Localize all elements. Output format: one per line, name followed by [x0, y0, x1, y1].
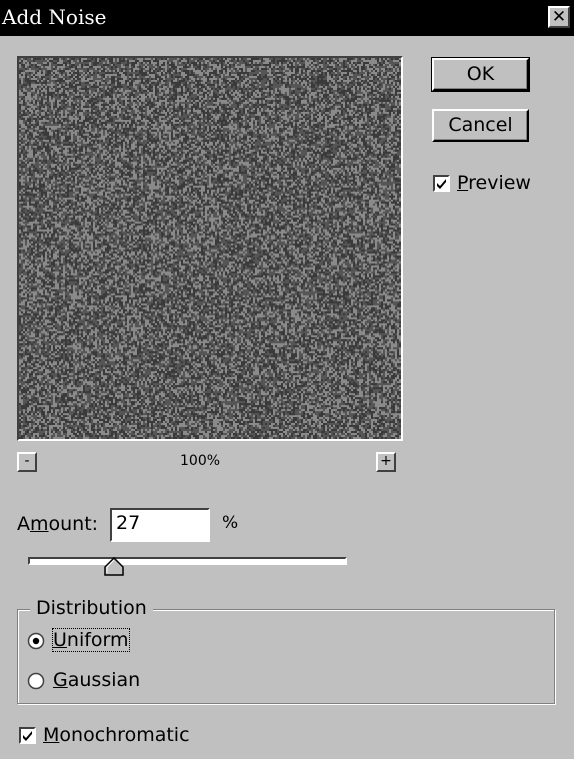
preview-label[interactable]: Preview	[457, 172, 531, 194]
amount-input[interactable]: 27	[110, 508, 210, 542]
amount-label: Amount:	[17, 513, 99, 535]
amount-slider-thumb[interactable]	[104, 557, 124, 577]
preview-checkbox[interactable]	[433, 175, 450, 192]
ok-button[interactable]: OK	[431, 57, 530, 92]
close-button[interactable]: ✕	[548, 6, 570, 28]
gaussian-label[interactable]: Gaussian	[53, 669, 140, 691]
amount-slider-track[interactable]	[28, 557, 347, 565]
add-noise-dialog: Add Noise ✕ OK Cancel Preview - 100% + A…	[0, 0, 574, 759]
minus-icon: -	[24, 453, 30, 469]
cancel-button[interactable]: Cancel	[432, 109, 529, 142]
amount-unit: %	[222, 513, 239, 533]
noise-preview[interactable]	[17, 56, 403, 441]
window-title: Add Noise	[2, 5, 107, 29]
checkmark-icon	[23, 731, 32, 741]
uniform-label[interactable]: Uniform	[52, 628, 130, 652]
title-bar: Add Noise ✕	[0, 0, 574, 36]
gaussian-radio[interactable]	[27, 672, 45, 690]
noise-preview-image	[19, 58, 401, 439]
plus-icon: +	[380, 453, 392, 469]
zoom-level: 100%	[180, 453, 221, 469]
uniform-radio[interactable]	[27, 632, 45, 650]
monochromatic-checkbox[interactable]	[19, 727, 36, 744]
monochromatic-label[interactable]: Monochromatic	[43, 724, 190, 746]
distribution-legend: Distribution	[30, 597, 153, 619]
checkmark-icon	[437, 179, 446, 189]
close-icon: ✕	[551, 7, 567, 27]
zoom-in-button[interactable]: +	[376, 452, 396, 472]
zoom-out-button[interactable]: -	[17, 452, 37, 472]
